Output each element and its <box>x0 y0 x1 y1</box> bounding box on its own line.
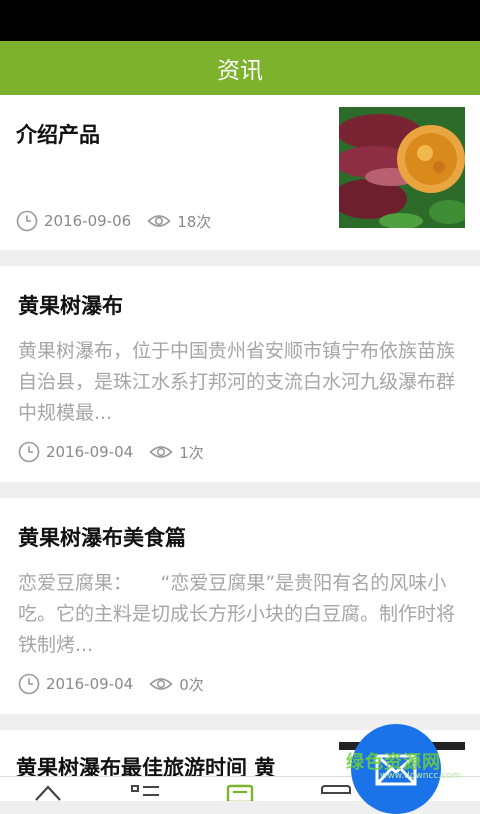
article-card-3[interactable]: 黄果树瀑布美食篇 恋爱豆腐果： “恋爱豆腐果”是贵阳有名的风味小吃。它的主料是切… <box>0 498 480 714</box>
shop-icon[interactable] <box>320 783 352 801</box>
article-title: 黄果树瀑布 <box>18 294 123 318</box>
article-summary: 恋爱豆腐果： “恋爱豆腐果”是贵阳有名的风味小吃。它的主料是切成长方形小块的白豆… <box>18 572 456 656</box>
article-views: 18次 <box>177 212 212 231</box>
page-header: 资讯 <box>0 41 480 95</box>
page-title: 资讯 <box>217 58 263 84</box>
article-date: 2016-09-06 <box>44 212 132 230</box>
article-meta: 2016-09-04 1次 <box>18 441 204 463</box>
home-icon[interactable] <box>34 783 62 801</box>
clock-icon <box>18 441 40 463</box>
news-icon[interactable] <box>226 783 254 801</box>
list-icon[interactable] <box>130 783 160 801</box>
eye-icon <box>149 678 173 690</box>
article-meta: 2016-09-06 18次 <box>16 210 211 232</box>
eye-icon <box>147 215 171 227</box>
status-bar <box>0 0 480 41</box>
clock-icon <box>18 673 40 695</box>
clock-icon <box>16 210 38 232</box>
eye-icon <box>149 446 173 458</box>
article-summary: 黄果树瀑布，位于中国贵州省安顺市镇宁布依族苗族自治县，是珠江水系打邦河的支流白水… <box>18 340 456 424</box>
article-views: 1次 <box>179 443 204 462</box>
watermark-url: www.downcc.com <box>380 771 461 781</box>
article-date: 2016-09-04 <box>46 675 134 693</box>
article-date: 2016-09-04 <box>46 443 134 461</box>
article-thumbnail <box>339 107 465 228</box>
article-meta: 2016-09-04 0次 <box>18 673 204 695</box>
article-title: 介绍产品 <box>16 123 100 147</box>
article-views: 0次 <box>179 675 204 694</box>
article-card-1[interactable]: 介绍产品 2016-09-06 18次 <box>0 95 480 250</box>
article-title: 黄果树瀑布美食篇 <box>18 526 186 550</box>
article-card-2[interactable]: 黄果树瀑布 黄果树瀑布，位于中国贵州省安顺市镇宁布依族苗族自治县，是珠江水系打邦… <box>0 266 480 482</box>
